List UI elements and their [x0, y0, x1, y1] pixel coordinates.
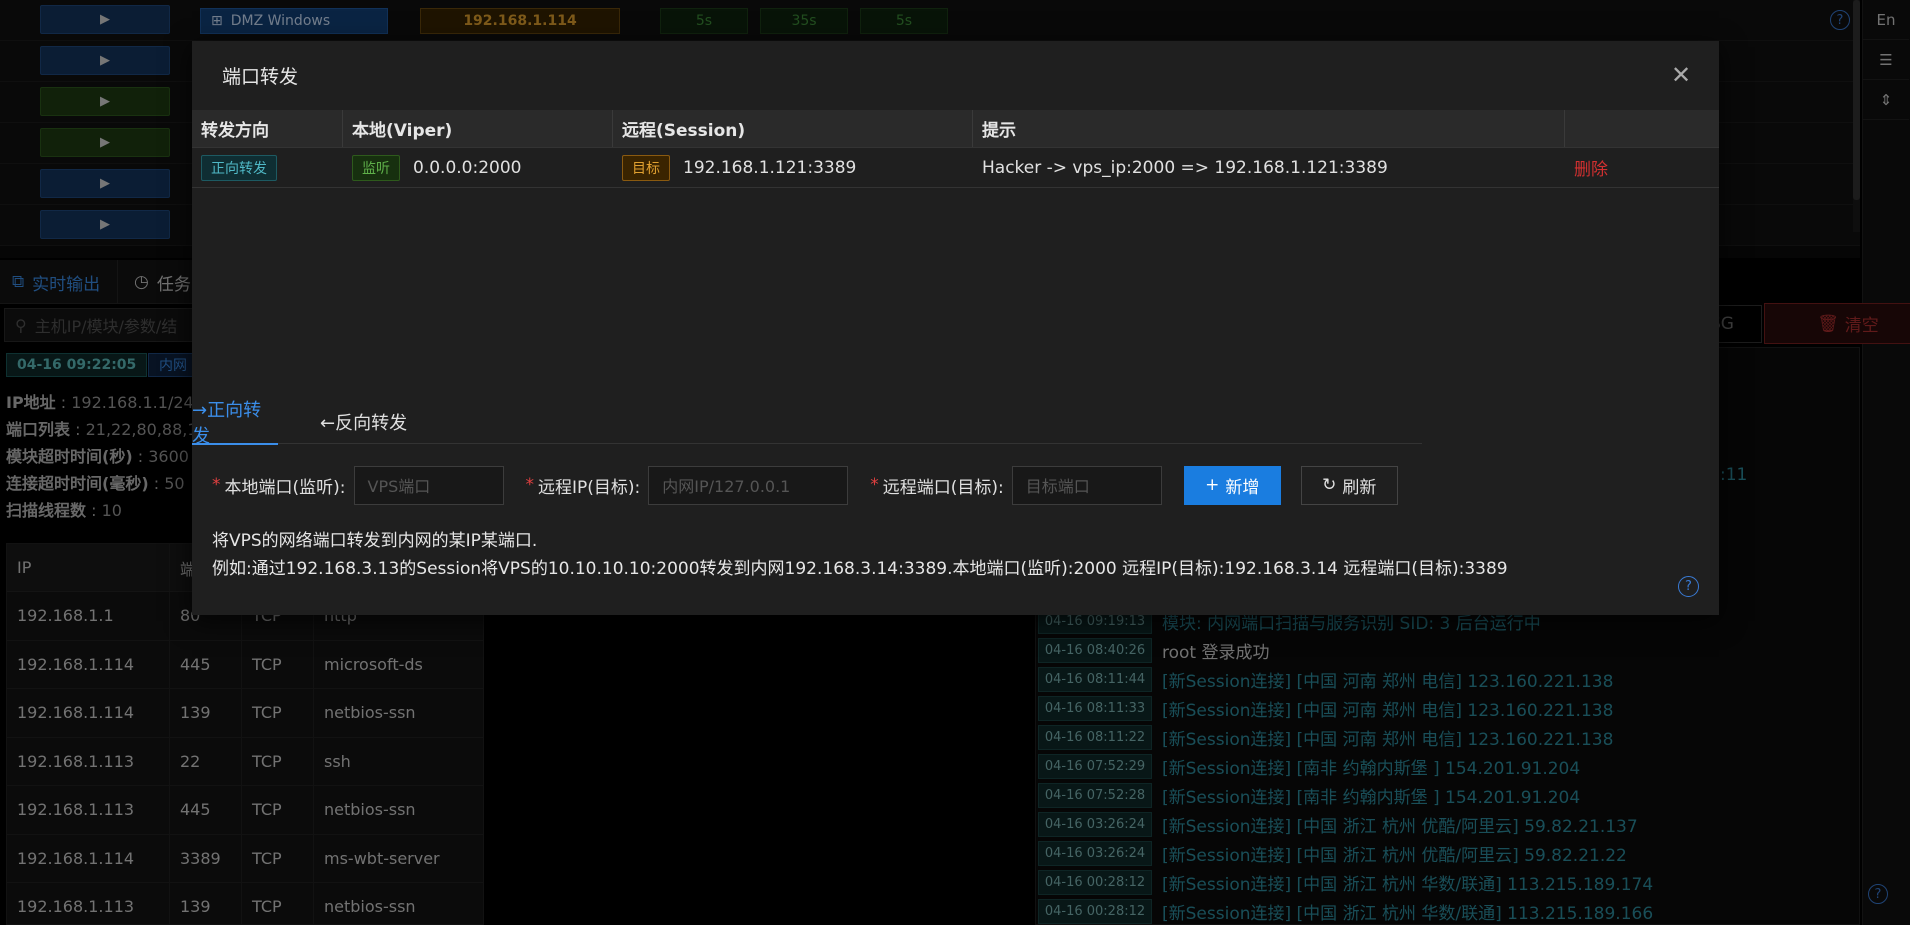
local-address: 0.0.0.0:2000	[413, 157, 522, 178]
direction-tag: 正向转发	[201, 154, 277, 181]
hint-text: Hacker -> vps_ip:2000 => 192.168.1.121:3…	[982, 157, 1388, 178]
tab-forward[interactable]: →正向转发	[192, 400, 278, 447]
port-forward-modal: 端口转发 ✕ 转发方向 本地(Viper) 远程(Session) 提示 正向转…	[192, 41, 1719, 615]
forward-table: 转发方向 本地(Viper) 远程(Session) 提示 正向转发 监听 0.0…	[192, 110, 1719, 188]
target-tag: 目标	[622, 154, 670, 181]
col-remote: 远程(Session)	[613, 110, 973, 147]
modal-title: 端口转发	[222, 66, 299, 88]
remote-port-label: 远程端口(目标):	[882, 477, 1004, 498]
plus-icon: +	[1205, 475, 1220, 495]
app-root: ▶ ⊞ DMZ Windows 192.168.1.114 5s 35s 5s ▶…	[0, 0, 1910, 925]
delete-link[interactable]: 删除	[1574, 155, 1608, 180]
local-port-label: 本地端口(监听):	[224, 477, 346, 498]
help-icon[interactable]: ?	[1678, 576, 1699, 597]
refresh-icon: ↻	[1322, 475, 1337, 495]
description-line-2: 例如:通过192.168.3.13的Session将VPS的10.10.10.1…	[212, 559, 1508, 579]
col-action	[1565, 110, 1719, 147]
description-line-1: 将VPS的网络端口转发到内网的某IP某端口.	[212, 531, 538, 551]
local-port-input[interactable]: VPS端口	[353, 465, 504, 505]
table-row: 正向转发 监听 0.0.0.0:2000 目标 192.168.1.121:3389…	[192, 148, 1719, 188]
forward-tabs: →正向转发 ←反向转发	[192, 400, 1422, 447]
table-header: 转发方向 本地(Viper) 远程(Session) 提示	[192, 110, 1719, 148]
col-hint: 提示	[973, 110, 1565, 147]
modal-header: 端口转发 ✕	[192, 41, 1719, 110]
tab-reverse[interactable]: ←反向转发	[320, 400, 407, 444]
add-button[interactable]: + 新增	[1183, 465, 1281, 505]
col-direction: 转发方向	[192, 110, 343, 147]
listen-tag: 监听	[352, 154, 400, 181]
remote-ip-label: 远程IP(目标):	[538, 477, 641, 498]
refresh-button[interactable]: ↻ 刷新	[1300, 465, 1398, 505]
col-local: 本地(Viper)	[343, 110, 613, 147]
forward-form: * 本地端口(监听): VPS端口 * 远程IP(目标): 内网IP/127.0.0…	[212, 465, 1398, 505]
close-icon[interactable]: ✕	[1669, 63, 1693, 87]
remote-address: 192.168.1.121:3389	[683, 157, 857, 178]
remote-port-input[interactable]: 目标端口	[1011, 465, 1162, 505]
remote-ip-input[interactable]: 内网IP/127.0.0.1	[648, 465, 849, 505]
